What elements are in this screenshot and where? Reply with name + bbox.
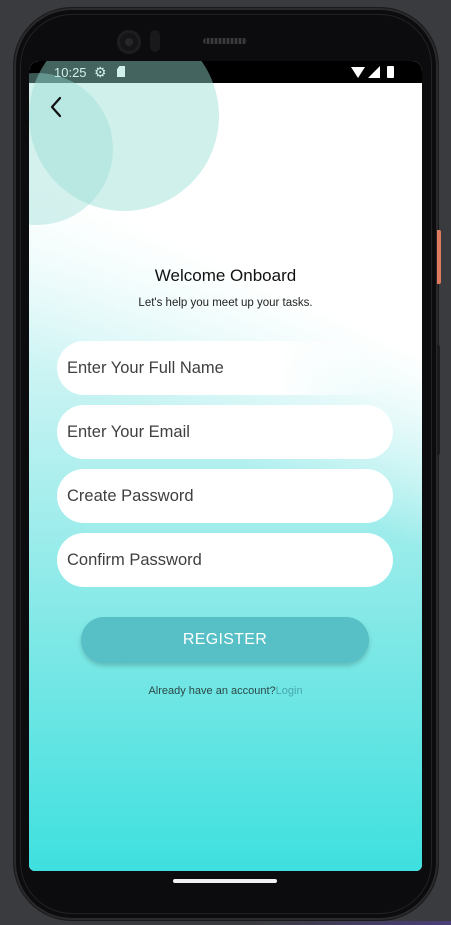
home-indicator[interactable] bbox=[173, 879, 277, 883]
register-page: Welcome Onboard Let's help you meet up y… bbox=[29, 61, 422, 871]
earpiece-speaker bbox=[203, 38, 247, 44]
wifi-icon bbox=[351, 67, 365, 78]
full-name-input[interactable] bbox=[57, 341, 393, 395]
login-prompt: Already have an account?Login bbox=[29, 685, 422, 697]
power-button bbox=[437, 230, 441, 284]
chevron-left-icon[interactable] bbox=[43, 93, 71, 121]
volume-button bbox=[437, 345, 440, 455]
battery-icon bbox=[387, 66, 394, 78]
login-prompt-text: Already have an account? bbox=[148, 685, 276, 697]
front-camera bbox=[117, 30, 141, 54]
confirm-password-input[interactable] bbox=[57, 533, 393, 587]
page-subtitle: Let's help you meet up your tasks. bbox=[138, 297, 313, 309]
app-screen: 10:25 ⚙ Welcome Onboard Let's help you m… bbox=[29, 61, 422, 871]
signal-icon bbox=[368, 66, 380, 78]
proximity-sensor bbox=[150, 30, 160, 52]
password-input[interactable] bbox=[57, 469, 393, 523]
register-button[interactable]: REGISTER bbox=[81, 617, 369, 663]
login-link[interactable]: Login bbox=[276, 685, 303, 697]
page-title: Welcome Onboard bbox=[154, 266, 297, 285]
email-input[interactable] bbox=[57, 405, 393, 459]
window-bottom-strip bbox=[0, 921, 451, 925]
